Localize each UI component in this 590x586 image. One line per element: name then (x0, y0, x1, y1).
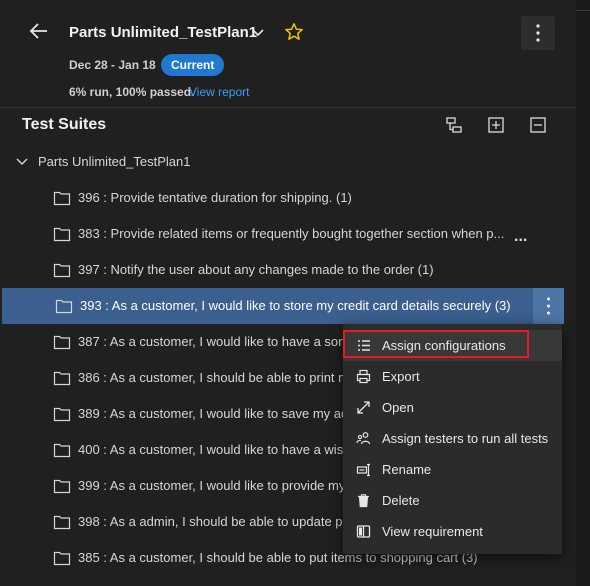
context-menu: Assign configurations Export Open Assign te… (343, 324, 562, 554)
menu-item-label: Open (382, 400, 414, 415)
view-report-link[interactable]: View report (189, 85, 249, 99)
expand-icon (356, 400, 371, 415)
row-more-button[interactable] (533, 288, 564, 324)
menu-item[interactable]: View requirement (343, 516, 562, 547)
root-suite-label: Parts Unlimited_TestPlan1 (38, 154, 191, 169)
suite-row[interactable]: 393 : As a customer, I would like to sto… (2, 288, 564, 324)
suite-label: 393 : As a customer, I would like to sto… (80, 298, 511, 313)
people-icon (356, 431, 371, 446)
suite-label: 396 : Provide tentative duration for shi… (78, 190, 352, 205)
collapse-all-icon[interactable] (529, 116, 547, 134)
suite-label: 400 : As a customer, I would like to hav… (78, 442, 351, 457)
suite-folder-icon (55, 298, 73, 314)
plan-title[interactable]: Parts Unlimited_TestPlan1 (69, 24, 257, 41)
suite-folder-icon (53, 226, 71, 242)
suite-label: 397 : Notify the user about any changes … (78, 262, 434, 277)
menu-item-label: Assign testers to run all tests (382, 431, 549, 446)
menu-item[interactable]: Export (343, 361, 562, 392)
suite-folder-icon (53, 442, 71, 458)
window-edge-top (576, 0, 590, 11)
menu-item[interactable]: Rename (343, 454, 562, 485)
suite-hierarchy-icon[interactable] (445, 116, 463, 134)
highlight-box (343, 330, 529, 358)
suite-label: 398 : As a admin, I should be able to up… (78, 514, 347, 529)
trash-icon (356, 493, 371, 508)
test-plan-panel: Parts Unlimited_TestPlan1 Dec 28 - Jan 1… (0, 0, 576, 586)
back-arrow-icon[interactable] (28, 20, 50, 42)
iteration-dates: Dec 28 - Jan 18 (69, 58, 156, 72)
expand-all-icon[interactable] (487, 116, 505, 134)
test-suites-title: Test Suites (22, 116, 107, 133)
suite-label: 387 : As a customer, I would like to hav… (78, 334, 347, 349)
menu-item[interactable]: Delete (343, 485, 562, 516)
suite-row[interactable]: 383 : Provide related items or frequentl… (0, 216, 576, 252)
current-badge: Current (161, 54, 225, 76)
menu-item[interactable]: Open (343, 392, 562, 423)
suite-folder-icon (53, 262, 71, 278)
suite-folder-icon (53, 334, 71, 350)
suite-label: 389 : As a customer, I would like to sav… (78, 406, 349, 421)
more-actions-button[interactable] (521, 16, 555, 50)
chevron-down-icon[interactable] (250, 25, 266, 41)
rename-icon (356, 462, 371, 477)
suite-row[interactable]: 397 : Notify the user about any changes … (0, 252, 576, 288)
more-vertical-icon (536, 24, 540, 42)
chevron-down-icon[interactable] (15, 155, 29, 169)
suite-row[interactable]: 396 : Provide tentative duration for shi… (0, 180, 576, 216)
menu-item-label: Export (382, 369, 420, 384)
menu-item-label: Delete (382, 493, 420, 508)
tree-root[interactable]: Parts Unlimited_TestPlan1 (0, 150, 576, 174)
suite-label: 399 : As a customer, I would like to pro… (78, 478, 346, 493)
favorite-star-icon[interactable] (284, 22, 304, 42)
run-summary: 6% run, 100% passed. (69, 85, 195, 99)
suite-folder-icon (53, 190, 71, 206)
window-edge (576, 0, 590, 586)
menu-item[interactable]: Assign testers to run all tests (343, 423, 562, 454)
menu-item-label: View requirement (382, 524, 483, 539)
overflow-ellipsis: ... (514, 228, 528, 245)
divider (0, 107, 576, 108)
suite-label: 383 : Provide related items or frequentl… (78, 226, 505, 241)
suite-folder-icon (53, 370, 71, 386)
menu-item-label: Rename (382, 462, 432, 477)
suite-label: 386 : As a customer, I should be able to… (78, 370, 349, 385)
more-vertical-icon (547, 297, 550, 315)
suite-folder-icon (53, 514, 71, 530)
suite-folder-icon (53, 478, 71, 494)
suite-folder-icon (53, 550, 71, 566)
print-icon (356, 369, 371, 384)
book-icon (356, 524, 371, 539)
suite-folder-icon (53, 406, 71, 422)
